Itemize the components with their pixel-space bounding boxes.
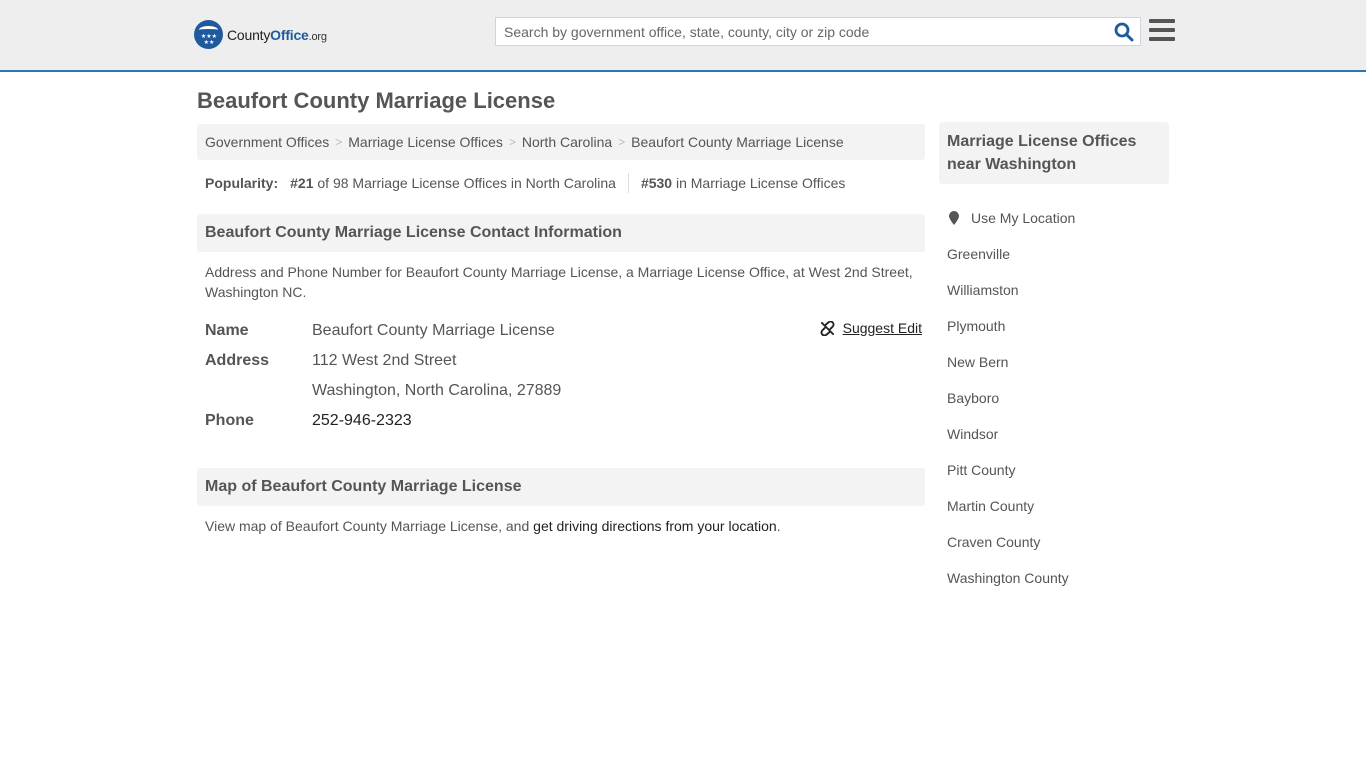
sidebar-item-plymouth[interactable]: Plymouth: [947, 318, 1005, 334]
divider: [627, 173, 629, 193]
phone-link[interactable]: 252-946-2323: [312, 412, 412, 429]
sidebar-item-windsor[interactable]: Windsor: [947, 426, 998, 442]
sidebar-item-washington-county[interactable]: Washington County: [947, 570, 1069, 586]
address-label: Address: [205, 352, 270, 369]
hamburger-menu-icon[interactable]: [1149, 19, 1175, 41]
eagle-logo-icon: ★★★ ★★: [194, 20, 223, 49]
breadcrumb: Government Offices > Marriage License Of…: [197, 124, 925, 160]
site-logo[interactable]: ★★★ ★★ CountyOffice.org: [194, 20, 327, 49]
map-pin-icon: [949, 211, 959, 225]
search-button[interactable]: [1114, 22, 1134, 42]
sidebar-item-greenville[interactable]: Greenville: [947, 246, 1010, 262]
sidebar-item-new-bern[interactable]: New Bern: [947, 354, 1008, 370]
breadcrumb-item-current[interactable]: Beaufort County Marriage License: [631, 134, 843, 150]
use-my-location-link[interactable]: Use My Location: [971, 210, 1075, 226]
sidebar-item: Pitt County: [947, 452, 1169, 488]
sidebar-item-bayboro[interactable]: Bayboro: [947, 390, 999, 406]
map-description: View map of Beaufort County Marriage Lic…: [205, 518, 781, 534]
sidebar-item: Martin County: [947, 488, 1169, 524]
sidebar-item: Craven County: [947, 524, 1169, 560]
popularity-label: Popularity:: [205, 175, 279, 191]
sidebar-item: Windsor: [947, 416, 1169, 452]
sidebar-item-craven-county[interactable]: Craven County: [947, 534, 1040, 550]
search-input[interactable]: [496, 18, 1096, 45]
search-icon: [1114, 22, 1134, 42]
address-row: Address 112 West 2nd Street: [205, 346, 925, 376]
breadcrumb-item[interactable]: Marriage License Offices: [348, 134, 503, 150]
name-row: Name Beaufort County Marriage License: [205, 316, 925, 346]
nearby-offices-list: Use My Location Greenville Williamston P…: [939, 200, 1169, 596]
state-rank-text: of 98 Marriage License Offices in North …: [317, 175, 616, 191]
breadcrumb-separator: >: [508, 135, 516, 149]
use-my-location[interactable]: Use My Location: [947, 200, 1169, 236]
suggest-edit-label: Suggest Edit: [842, 320, 922, 336]
name-value: Beaufort County Marriage License: [312, 322, 555, 339]
phone-label: Phone: [205, 412, 254, 429]
logo-text: CountyOffice.org: [227, 26, 327, 43]
sidebar-item-pitt-county[interactable]: Pitt County: [947, 462, 1015, 478]
sidebar-item: Williamston: [947, 272, 1169, 308]
national-rank-text: in Marriage License Offices: [675, 175, 846, 191]
address-line-2: Washington, North Carolina, 27889: [312, 382, 562, 399]
sidebar-item-williamston[interactable]: Williamston: [947, 282, 1019, 298]
state-rank: #21: [290, 175, 314, 191]
address-line-1: 112 West 2nd Street: [312, 352, 457, 369]
breadcrumb-item[interactable]: North Carolina: [522, 134, 612, 150]
sidebar-item: Bayboro: [947, 380, 1169, 416]
sidebar-item-martin-county[interactable]: Martin County: [947, 498, 1034, 514]
breadcrumb-separator: >: [335, 135, 343, 149]
sidebar-item: New Bern: [947, 344, 1169, 380]
popularity: Popularity: #21 of 98 Marriage License O…: [197, 172, 925, 194]
address-row-2: Washington, North Carolina, 27889: [205, 376, 925, 406]
broken-link-icon: [820, 320, 835, 336]
contact-description: Address and Phone Number for Beaufort Co…: [205, 264, 913, 300]
contact-info: Suggest Edit Name Beaufort County Marria…: [197, 316, 925, 436]
sidebar: Marriage License Offices near Washington…: [939, 122, 1169, 596]
sidebar-heading: Marriage License Offices near Washington: [939, 122, 1169, 184]
national-rank: #530: [640, 175, 673, 191]
main-content: Government Offices > Marriage License Of…: [197, 124, 925, 536]
search-box: [495, 17, 1141, 46]
phone-row: Phone 252-946-2323: [205, 406, 925, 436]
page-title: Beaufort County Marriage License: [197, 88, 556, 113]
map-heading: Map of Beaufort County Marriage License: [197, 468, 925, 506]
name-label: Name: [205, 322, 249, 339]
top-bar: ★★★ ★★ CountyOffice.org: [0, 0, 1366, 72]
contact-heading: Beaufort County Marriage License Contact…: [197, 214, 925, 252]
breadcrumb-item[interactable]: Government Offices: [205, 134, 329, 150]
sidebar-item: Plymouth: [947, 308, 1169, 344]
sidebar-item: Greenville: [947, 236, 1169, 272]
suggest-edit-link[interactable]: Suggest Edit: [820, 320, 922, 336]
sidebar-item: Washington County: [947, 560, 1169, 596]
breadcrumb-separator: >: [618, 135, 626, 149]
driving-directions-link[interactable]: get driving directions from your locatio…: [533, 518, 777, 534]
